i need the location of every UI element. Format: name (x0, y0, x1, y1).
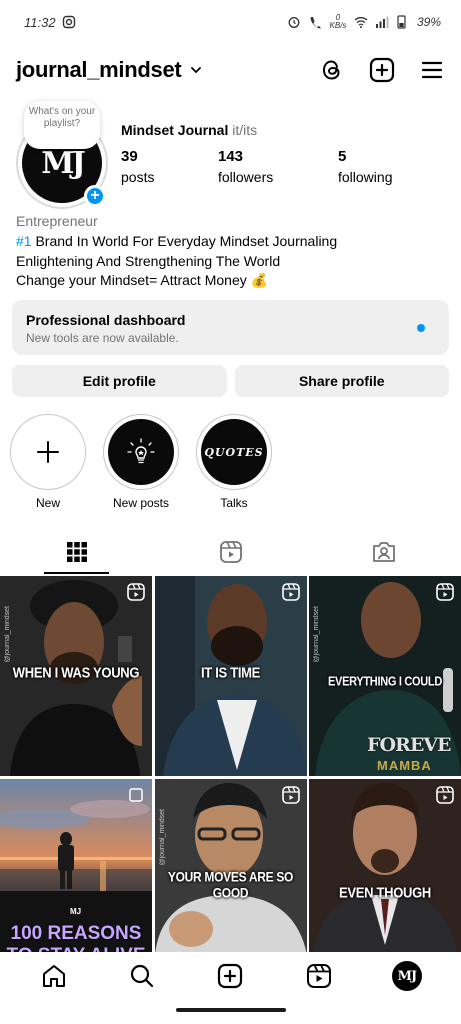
alarm-icon (288, 17, 300, 28)
battery-icon (397, 15, 406, 29)
profile-avatar: MJ (391, 961, 422, 991)
bio-line-1: Brand In World For Everyday Mindset Jour… (31, 233, 338, 249)
lightbulb-icon (127, 438, 155, 464)
note-bubble[interactable]: What's on your playlist? (24, 101, 100, 149)
shirt-text: FOREVE (367, 734, 452, 756)
profile-stats: 39 posts 143 followers 5 following (121, 148, 421, 192)
nav-create[interactable] (208, 954, 252, 998)
username[interactable]: journal_mindset (16, 57, 182, 83)
status-time: 11:32 (24, 14, 56, 30)
grid-tab[interactable] (0, 530, 154, 574)
profile-name: Mindset Journal it/its (121, 122, 257, 138)
post-caption-overlay: 100 REASONS TO STAY ALIVE (6, 923, 145, 952)
wifi-icon (354, 17, 368, 28)
search-icon (131, 964, 154, 988)
reel-indicator-icon (436, 786, 454, 804)
bio-hashtag[interactable]: #1 (16, 233, 32, 249)
data-speed: 0 KB/s (329, 13, 347, 30)
nav-search[interactable] (120, 954, 164, 998)
post-thumbnail[interactable]: IT IS TIME (154, 576, 307, 776)
bio-line-2: Enlightening And Strengthening The World (16, 252, 281, 269)
post-image-person (309, 779, 461, 952)
carousel-indicator-icon (129, 788, 143, 802)
status-bar: 11:32 0 KB/s 39% (0, 0, 461, 44)
home-icon (43, 965, 66, 987)
post-caption-overlay: YOUR MOVES ARE SO GOOD (167, 868, 294, 902)
tagged-tab[interactable] (307, 530, 461, 574)
instagram-notification-icon (62, 15, 75, 29)
grid-icon (66, 542, 87, 562)
dashboard-subtitle: New tools are now available. (26, 331, 179, 345)
profile-actions: Edit profile Share profile (12, 365, 449, 397)
threads-icon[interactable] (319, 57, 345, 83)
posts-grid: @journal_mindset WHEN I WAS YOUNG IT IS … (0, 576, 461, 952)
reel-indicator-icon (281, 583, 300, 601)
post-watermark: @journal_mindset (158, 809, 166, 866)
followers-count[interactable]: 143 followers (218, 148, 273, 185)
plus-icon (37, 441, 59, 463)
profile-tabs (0, 530, 461, 574)
following-count[interactable]: 5 following (338, 148, 392, 185)
post-thumbnail[interactable]: MJ 100 REASONS TO STAY ALIVE (0, 779, 152, 952)
highlight-cover-text: QUOTES (204, 445, 264, 459)
create-icon (218, 963, 243, 989)
post-caption-overlay: WHEN I WAS YOUNG (12, 663, 140, 682)
menu-icon[interactable] (419, 57, 445, 83)
post-image-person (154, 779, 307, 952)
profile-category: Entrepreneur (16, 213, 98, 229)
reel-indicator-icon (281, 786, 300, 804)
post-watermark: @journal_mindset (313, 606, 320, 663)
nav-home[interactable] (32, 954, 76, 998)
bio-line-3: Change your Mindset= Attract Money 💰 (16, 272, 269, 288)
reels-icon (219, 541, 242, 563)
post-thumbnail[interactable]: @journal_mindset WHEN I WAS YOUNG (0, 576, 152, 776)
story-highlights: New New posts QUOTES Talks (10, 414, 272, 510)
reels-icon (306, 964, 331, 988)
post-thumbnail[interactable]: EVEN THOUGH (309, 779, 461, 952)
highlight-label: Talks (220, 496, 248, 510)
account-switcher[interactable]: journal_mindset (16, 57, 203, 83)
dashboard-title: Professional dashboard (26, 312, 186, 328)
bottom-navigation: MJ (0, 952, 461, 1000)
add-story-icon[interactable]: + (84, 185, 106, 207)
wifi-calling-icon (310, 17, 321, 29)
highlight-label: New (35, 496, 60, 510)
profile-header: journal_mindset (16, 52, 445, 88)
signal-icon (375, 16, 389, 28)
profile-avatar-area: What's on your playlist? MJ + (16, 101, 108, 209)
highlight-new[interactable]: New (10, 414, 86, 510)
nav-reels[interactable] (297, 954, 341, 998)
highlight-talks[interactable]: QUOTES Talks (196, 414, 272, 510)
pronouns: it/its (232, 122, 258, 138)
notification-dot (417, 324, 425, 332)
highlight-new-posts[interactable]: New posts (103, 414, 179, 510)
reel-indicator-icon (436, 583, 454, 601)
post-caption-overlay: EVEN THOUGH (338, 883, 432, 902)
edit-profile-button[interactable]: Edit profile (12, 365, 227, 397)
post-thumbnail[interactable]: @journal_mindset YOUR MOVES ARE SO GOOD (154, 779, 307, 952)
chevron-down-icon[interactable] (189, 63, 203, 77)
profile-bio: #1 Brand In World For Everyday Mindset J… (16, 232, 337, 291)
reel-indicator-icon (127, 583, 145, 601)
create-icon[interactable] (369, 57, 395, 83)
posts-count[interactable]: 39 posts (121, 148, 154, 185)
battery-percent: 39% (416, 15, 441, 29)
post-caption-overlay: EVERYTHING I COULD (328, 675, 442, 689)
display-name: Mindset Journal (121, 122, 229, 138)
post-caption-overlay: IT IS TIME (200, 663, 261, 682)
post-logo: MJ (70, 907, 82, 916)
post-thumbnail[interactable]: @journal_mindset EVERYTHING I COULD FORE… (309, 576, 461, 776)
home-indicator[interactable] (176, 1008, 286, 1012)
post-watermark: @journal_mindset (4, 606, 11, 663)
highlight-label: New posts (112, 496, 170, 510)
share-profile-button[interactable]: Share profile (234, 365, 449, 397)
tagged-person-icon (373, 542, 396, 562)
reels-tab[interactable] (154, 530, 308, 574)
nav-profile[interactable]: MJ (385, 954, 429, 998)
professional-dashboard[interactable]: Professional dashboard New tools are now… (12, 300, 449, 355)
shirt-subtext: MAMBA (377, 758, 432, 773)
